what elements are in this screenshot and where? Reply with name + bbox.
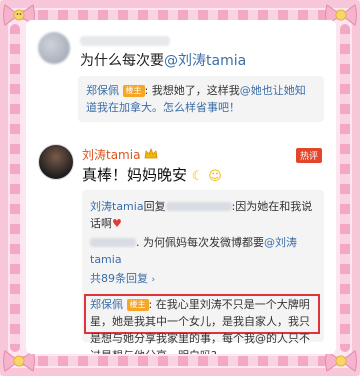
thread-reply-1: 刘涛tamia回复:因为她在和我说话啊♥ [90, 198, 318, 232]
post-text-row: 真棒！妈妈晚安 ☾ ☺ [82, 164, 222, 185]
hot-badge: 热评 [295, 148, 322, 163]
thread-text: . 为何佩妈每次发微博都要 [136, 236, 264, 249]
thread-text: : 在我心里刘涛不只是一个大牌明星，她是我其中一个女儿，是我自家人，我只是想与她… [90, 298, 310, 354]
ribbon-bottom [18, 356, 342, 366]
blurred-username [90, 238, 136, 247]
thread-reply-3: 郑保佩 楼主: 在我心里刘涛不只是一个大牌明星，她是我其中一个女儿，是我自家人，… [90, 296, 318, 354]
total-replies: 共89条回复 [90, 272, 148, 285]
question-prefix: 为什么每次要 [80, 53, 164, 69]
op-badge: 楼主 [122, 85, 145, 97]
ribbon-right [340, 24, 350, 352]
op-badge: 楼主 [126, 299, 149, 311]
post-username[interactable]: 刘涛tamia [82, 148, 140, 162]
question-comment: 为什么每次要@刘涛tamia [38, 28, 326, 70]
reply-username[interactable]: 郑保佩 [86, 84, 119, 97]
reply-text: : 我想她了，这样我 [144, 84, 240, 97]
thread-username[interactable]: 刘涛tamia [90, 200, 144, 213]
question-text: 为什么每次要@刘涛tamia [80, 50, 246, 70]
reply-thread: 刘涛tamia回复:因为她在和我说话啊♥ . 为何佩妈每次发微博都要@刘涛tam… [82, 190, 324, 354]
view-all-replies-link[interactable]: 共89条回复 › [90, 270, 155, 286]
moon-icon: ☾ [191, 169, 204, 184]
kiss-emoji-icon: ☺ [208, 169, 222, 184]
post-username-row: 刘涛tamia [82, 146, 158, 163]
chevron-right-icon: › [151, 275, 156, 285]
avatar[interactable] [38, 144, 74, 180]
crown-icon [144, 148, 158, 159]
reply-action: 回复 [143, 200, 166, 213]
avatar[interactable] [38, 32, 70, 64]
thread-reply-2: . 为何佩妈每次发微博都要@刘涛tamia [90, 234, 318, 268]
reply-text-highlight: 我在加拿大。怎么样省事吧！ [97, 101, 240, 114]
heart-icon: ♥ [112, 217, 122, 230]
post-text: 真棒！妈妈晚安 [82, 166, 188, 184]
comment-card: 为什么每次要@刘涛tamia 郑保佩 楼主: 我想她了，这样我@她也让她知道我在… [26, 20, 336, 354]
ribbon-left [10, 24, 20, 352]
blurred-username [165, 202, 232, 211]
thread-username[interactable]: 郑保佩 [90, 298, 123, 311]
reply-box: 郑保佩 楼主: 我想她了，这样我@她也让她知道我在加拿大。怎么样省事吧！ [78, 76, 324, 122]
mention-link[interactable]: @刘涛tamia [164, 53, 246, 69]
blurred-username [80, 36, 170, 46]
ribbon-top [18, 10, 342, 20]
